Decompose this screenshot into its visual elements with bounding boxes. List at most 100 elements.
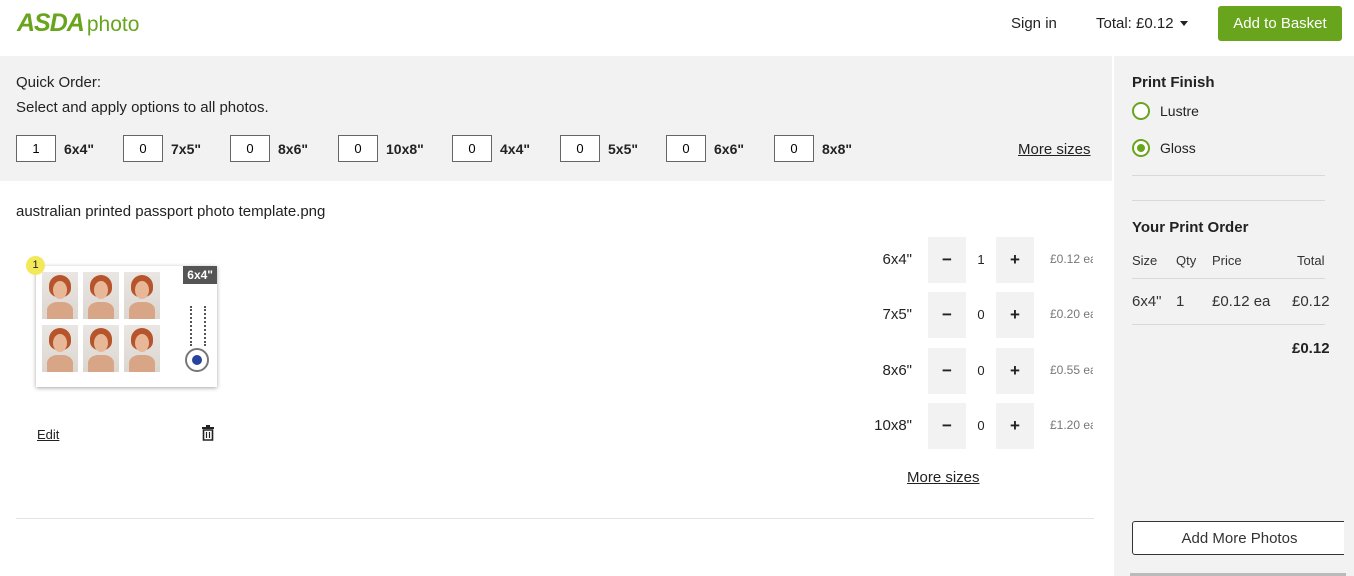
- quick-order-title: Quick Order:: [16, 74, 102, 91]
- photo-more-sizes-link[interactable]: More sizes: [907, 469, 980, 486]
- quick-order-size-label: 5x5": [608, 140, 638, 157]
- quick-order-size-label: 7x5": [171, 140, 201, 157]
- order-row-price: £0.12 ea: [1212, 293, 1271, 310]
- edit-photo-link[interactable]: Edit: [37, 427, 59, 442]
- increment-button[interactable]: +: [996, 305, 1034, 325]
- order-row-size: 6x4": [1132, 293, 1162, 310]
- decrement-button[interactable]: −: [928, 250, 966, 270]
- size-row-label: 6x4": [882, 251, 912, 268]
- passport-face-image: [124, 325, 160, 372]
- finish-option-gloss[interactable]: Gloss: [1132, 139, 1196, 157]
- photo-number-badge: 1: [26, 256, 45, 275]
- quantity-value[interactable]: 0: [966, 403, 996, 449]
- quantity-value[interactable]: 0: [966, 348, 996, 394]
- radio-button[interactable]: [1132, 139, 1150, 157]
- column-header-qty: Qty: [1176, 253, 1197, 268]
- print-order-title: Your Print Order: [1132, 219, 1249, 236]
- quick-order-item: 10x8": [338, 135, 424, 162]
- quantity-stepper: − 0 +: [928, 292, 1034, 338]
- passport-face-image: [42, 325, 78, 372]
- order-sidebar: [1114, 56, 1354, 576]
- quick-order-size-label: 4x4": [500, 140, 530, 157]
- chevron-down-icon: [1179, 21, 1188, 26]
- quick-order-size-label: 6x6": [714, 140, 744, 157]
- quantity-value[interactable]: 1: [966, 237, 996, 283]
- size-row: 8x6" − 0 + £0.55 ea: [860, 348, 1100, 394]
- divider: [1132, 324, 1325, 325]
- quick-order-size-label: 6x4": [64, 140, 94, 157]
- increment-button[interactable]: +: [996, 250, 1034, 270]
- divider: [16, 518, 1094, 519]
- quick-order-qty-input[interactable]: [338, 135, 378, 162]
- column-header-price: Price: [1212, 253, 1242, 268]
- increment-button[interactable]: +: [996, 361, 1034, 381]
- total-label: Total: £0.12: [1096, 15, 1174, 32]
- logo-asda-text: ASDA: [17, 9, 85, 37]
- quantity-stepper: − 0 +: [928, 403, 1034, 449]
- order-row-total: £0.12: [1292, 293, 1330, 310]
- decrement-button[interactable]: −: [928, 305, 966, 325]
- increment-button[interactable]: +: [996, 416, 1034, 436]
- column-header-size: Size: [1132, 253, 1158, 268]
- quick-order-qty-input[interactable]: [16, 135, 56, 162]
- scrollbar[interactable]: [1344, 56, 1354, 576]
- photo-size-tag: 6x4": [183, 266, 217, 284]
- order-grand-total: £0.12: [1292, 340, 1330, 357]
- finish-option-label: Lustre: [1160, 103, 1199, 119]
- quantity-stepper: − 0 +: [928, 348, 1034, 394]
- size-row: 10x8" − 0 + £1.20 ea: [860, 403, 1100, 449]
- quick-order-qty-input[interactable]: [230, 135, 270, 162]
- quick-order-qty-input[interactable]: [666, 135, 706, 162]
- size-row: 6x4" − 1 + £0.12 ea: [860, 237, 1100, 283]
- size-row-label: 8x6": [882, 362, 912, 379]
- add-to-basket-button[interactable]: Add to Basket: [1218, 6, 1342, 41]
- size-row-price: £1.20 ea: [1050, 418, 1093, 432]
- quick-order-qty-input[interactable]: [774, 135, 814, 162]
- finish-option-lustre[interactable]: Lustre: [1132, 102, 1199, 120]
- passport-face-image: [42, 272, 78, 319]
- asda-photo-logo[interactable]: ASDA photo: [17, 9, 139, 38]
- quick-order-item: 7x5": [123, 135, 201, 162]
- photo-filename: australian printed passport photo templa…: [16, 203, 326, 220]
- quantity-stepper: − 1 +: [928, 237, 1034, 283]
- header: ASDA photo Sign in Total: £0.12 Add to B…: [0, 0, 1354, 56]
- logo-photo-text: photo: [86, 13, 140, 36]
- divider: [1132, 200, 1325, 201]
- passport-face-image: [83, 272, 119, 319]
- quick-order-qty-input[interactable]: [560, 135, 600, 162]
- quick-order-size-label: 8x6": [278, 140, 308, 157]
- quick-order-item: 4x4": [452, 135, 530, 162]
- divider: [1132, 175, 1325, 176]
- sign-in-link[interactable]: Sign in: [1011, 15, 1057, 32]
- order-row-qty: 1: [1176, 293, 1185, 310]
- size-row: 7x5" − 0 + £0.20 ea: [860, 292, 1100, 338]
- finish-option-label: Gloss: [1160, 140, 1196, 156]
- quick-order-panel: Quick Order: Select and apply options to…: [0, 56, 1112, 181]
- radio-button[interactable]: [1132, 102, 1150, 120]
- quantity-value[interactable]: 0: [966, 292, 996, 338]
- print-finish-title: Print Finish: [1132, 74, 1215, 91]
- quick-order-more-sizes-link[interactable]: More sizes: [1018, 141, 1091, 158]
- decrement-button[interactable]: −: [928, 361, 966, 381]
- quick-order-qty-input[interactable]: [123, 135, 163, 162]
- quick-order-qty-input[interactable]: [452, 135, 492, 162]
- quick-order-size-label: 8x8": [822, 140, 852, 157]
- size-row-label: 7x5": [882, 306, 912, 323]
- quick-order-item: 6x6": [666, 135, 744, 162]
- size-row-price: £0.20 ea: [1050, 307, 1093, 321]
- quick-order-item: 5x5": [560, 135, 638, 162]
- quick-order-item: 6x4": [16, 135, 94, 162]
- decrement-button[interactable]: −: [928, 416, 966, 436]
- quick-order-item: 8x8": [774, 135, 852, 162]
- size-row-label: 10x8": [874, 417, 912, 434]
- quick-order-item: 8x6": [230, 135, 308, 162]
- trash-icon[interactable]: [201, 425, 215, 444]
- passport-face-image: [83, 325, 119, 372]
- column-header-total: Total: [1297, 253, 1325, 268]
- total-dropdown[interactable]: Total: £0.12: [1096, 15, 1188, 32]
- divider: [1132, 278, 1325, 279]
- template-fine-print: [190, 306, 206, 346]
- add-more-photos-button[interactable]: Add More Photos: [1132, 521, 1347, 555]
- quick-order-subtitle: Select and apply options to all photos.: [16, 99, 269, 116]
- photo-thumbnail[interactable]: 6x4": [36, 266, 217, 387]
